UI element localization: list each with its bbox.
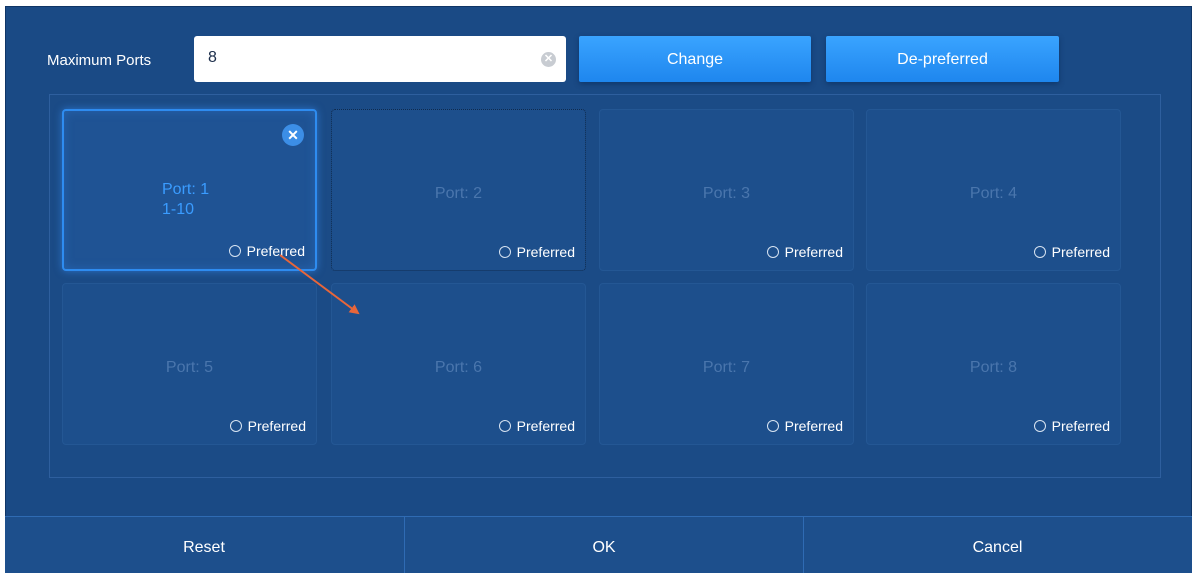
- preferred-label: Preferred: [246, 243, 305, 259]
- preferred-label: Preferred: [516, 418, 575, 434]
- preferred-radio[interactable]: Preferred: [498, 418, 575, 434]
- preferred-label: Preferred: [1051, 244, 1110, 260]
- port-card-7[interactable]: Port: 7 Preferred: [599, 283, 854, 445]
- preferred-radio[interactable]: Preferred: [498, 244, 575, 260]
- preferred-label: Preferred: [516, 244, 575, 260]
- preferred-label: Preferred: [1051, 418, 1110, 434]
- port-label: Port: 6: [434, 359, 483, 376]
- preferred-label: Preferred: [784, 418, 843, 434]
- radio-unchecked-icon: [498, 246, 511, 258]
- depreferred-button[interactable]: De-preferred: [826, 36, 1059, 82]
- radio-unchecked-icon: [498, 420, 511, 432]
- max-ports-label: Maximum Ports: [47, 52, 152, 69]
- port-card-5[interactable]: Port: 5 Preferred: [62, 283, 317, 445]
- preferred-radio[interactable]: Preferred: [1033, 418, 1110, 434]
- preferred-label: Preferred: [784, 244, 843, 260]
- port-range: 1-10: [162, 201, 195, 218]
- preferred-radio[interactable]: Preferred: [229, 418, 306, 434]
- radio-unchecked-icon: [1033, 246, 1046, 258]
- port-label: Port: 7: [702, 359, 751, 376]
- port-config-dialog: Maximum Ports 8 ✕ Change De-preferred ✕ …: [5, 6, 1192, 573]
- port-card-2[interactable]: Port: 2 Preferred: [331, 109, 586, 271]
- port-card-1[interactable]: ✕ Port: 1 1-10 Preferred: [62, 109, 317, 271]
- preferred-radio[interactable]: Preferred: [766, 244, 843, 260]
- radio-unchecked-icon: [766, 246, 779, 258]
- port-label: Port: 3: [702, 185, 751, 202]
- close-icon[interactable]: ✕: [282, 124, 304, 146]
- ok-button[interactable]: OK: [404, 517, 804, 573]
- preferred-radio[interactable]: Preferred: [766, 418, 843, 434]
- radio-unchecked-icon: [766, 420, 779, 432]
- change-button[interactable]: Change: [579, 36, 811, 82]
- preferred-radio[interactable]: Preferred: [228, 243, 305, 259]
- port-label: Port: 5: [165, 359, 214, 376]
- port-card-4[interactable]: Port: 4 Preferred: [866, 109, 1121, 271]
- port-card-6[interactable]: Port: 6 Preferred: [331, 283, 586, 445]
- port-label: Port: 4: [969, 185, 1018, 202]
- toolbar: Maximum Ports 8 ✕ Change De-preferred: [5, 6, 1192, 94]
- max-ports-input[interactable]: 8 ✕: [194, 36, 566, 82]
- preferred-label: Preferred: [247, 418, 306, 434]
- radio-unchecked-icon: [228, 245, 241, 257]
- clear-icon[interactable]: ✕: [541, 52, 556, 67]
- footer-bar: Reset OK Cancel: [5, 516, 1192, 573]
- radio-unchecked-icon: [1033, 420, 1046, 432]
- reset-button[interactable]: Reset: [5, 517, 403, 573]
- port-label: Port: 1: [162, 181, 210, 198]
- port-card-8[interactable]: Port: 8 Preferred: [866, 283, 1121, 445]
- port-label: Port: 2: [434, 185, 483, 202]
- max-ports-value[interactable]: 8: [208, 49, 217, 67]
- port-card-3[interactable]: Port: 3 Preferred: [599, 109, 854, 271]
- cancel-button[interactable]: Cancel: [803, 517, 1192, 573]
- radio-unchecked-icon: [229, 420, 242, 432]
- preferred-radio[interactable]: Preferred: [1033, 244, 1110, 260]
- port-label: Port: 8: [969, 359, 1018, 376]
- port-grid: ✕ Port: 1 1-10 Preferred Port: 2 Preferr…: [49, 94, 1161, 478]
